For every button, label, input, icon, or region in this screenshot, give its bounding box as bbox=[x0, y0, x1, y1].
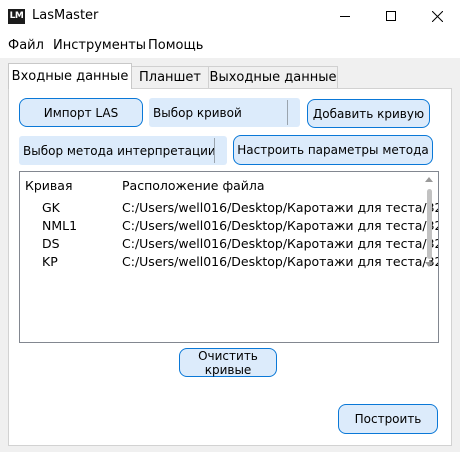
menu-file[interactable]: Файл bbox=[8, 38, 44, 53]
curve-name: KP bbox=[42, 254, 58, 269]
table-row[interactable]: NML1 C:/Users/well016/Desktop/Каротажи д… bbox=[20, 218, 438, 236]
table-row[interactable]: DS C:/Users/well016/Desktop/Каротажи для… bbox=[20, 236, 438, 254]
tab-output-data[interactable]: Выходные данные bbox=[208, 66, 338, 88]
column-header-file-path[interactable]: Расположение файла bbox=[122, 178, 265, 193]
close-icon bbox=[431, 10, 443, 22]
file-path: C:/Users/well016/Desktop/Каротажи для те… bbox=[122, 236, 439, 251]
title-bar[interactable]: LM LasMaster bbox=[0, 0, 460, 32]
file-path: C:/Users/well016/Desktop/Каротажи для те… bbox=[122, 200, 439, 215]
table-row[interactable]: KP C:/Users/well016/Desktop/Каротажи для… bbox=[20, 254, 438, 272]
curve-list[interactable]: Кривая Расположение файла GK C:/Users/we… bbox=[19, 171, 439, 343]
menu-help[interactable]: Помощь bbox=[148, 38, 203, 53]
dropdown-separator bbox=[214, 138, 215, 163]
column-header-curve[interactable]: Кривая bbox=[25, 178, 72, 193]
dropdown-separator bbox=[287, 100, 288, 125]
minimize-button[interactable] bbox=[322, 0, 368, 32]
scroll-up-arrow-icon[interactable] bbox=[425, 177, 433, 182]
app-window: LM LasMaster Файл Инструменты Помощь Вхо… bbox=[0, 0, 460, 452]
curve-select-dropdown[interactable]: Выбор кривой bbox=[149, 98, 300, 127]
curve-select-label: Выбор кривой bbox=[153, 105, 242, 120]
scroll-down-arrow-icon[interactable] bbox=[425, 262, 433, 267]
close-button[interactable] bbox=[414, 0, 460, 32]
vertical-scrollbar[interactable] bbox=[421, 173, 438, 271]
add-curve-button[interactable]: Добавить кривую bbox=[307, 99, 430, 128]
menu-tools[interactable]: Инструменты bbox=[53, 38, 146, 53]
curve-name: DS bbox=[42, 236, 60, 251]
curve-name: GK bbox=[42, 200, 60, 215]
maximize-icon bbox=[386, 11, 396, 21]
tab-input-data[interactable]: Входные данные bbox=[8, 63, 132, 89]
tab-tablet[interactable]: Планшет bbox=[131, 66, 209, 88]
menu-bar: Файл Инструменты Помощь bbox=[0, 32, 460, 58]
configure-method-button[interactable]: Настроить параметры метода bbox=[233, 135, 433, 165]
curve-name: NML1 bbox=[42, 218, 78, 233]
maximize-button[interactable] bbox=[368, 0, 414, 32]
window-title: LasMaster bbox=[32, 8, 99, 23]
build-button[interactable]: Построить bbox=[338, 404, 438, 434]
file-path: C:/Users/well016/Desktop/Каротажи для те… bbox=[122, 254, 439, 269]
import-las-button[interactable]: Импорт LAS bbox=[19, 98, 143, 127]
app-icon: LM bbox=[8, 9, 25, 24]
scroll-thumb[interactable] bbox=[427, 189, 432, 259]
table-row[interactable]: GK C:/Users/well016/Desktop/Каротажи для… bbox=[20, 200, 438, 218]
clear-curves-button[interactable]: Очистить кривые bbox=[179, 348, 277, 377]
method-select-dropdown[interactable]: Выбор метода интерпретации bbox=[19, 136, 227, 165]
tab-bar: Входные данные Планшет Выходные данные bbox=[0, 58, 460, 89]
method-select-label: Выбор метода интерпретации bbox=[23, 143, 216, 158]
file-path: C:/Users/well016/Desktop/Каротажи для те… bbox=[122, 218, 439, 233]
minimize-icon bbox=[340, 16, 350, 17]
